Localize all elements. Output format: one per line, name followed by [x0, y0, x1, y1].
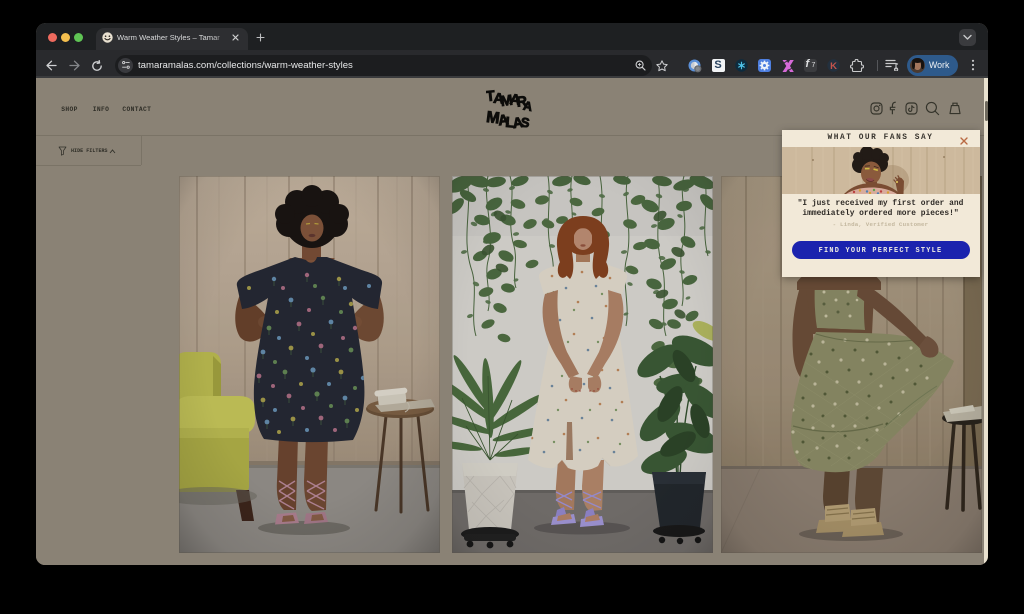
- svg-text:S: S: [520, 114, 531, 130]
- svg-text:A: A: [522, 99, 533, 114]
- svg-text:K: K: [830, 61, 837, 72]
